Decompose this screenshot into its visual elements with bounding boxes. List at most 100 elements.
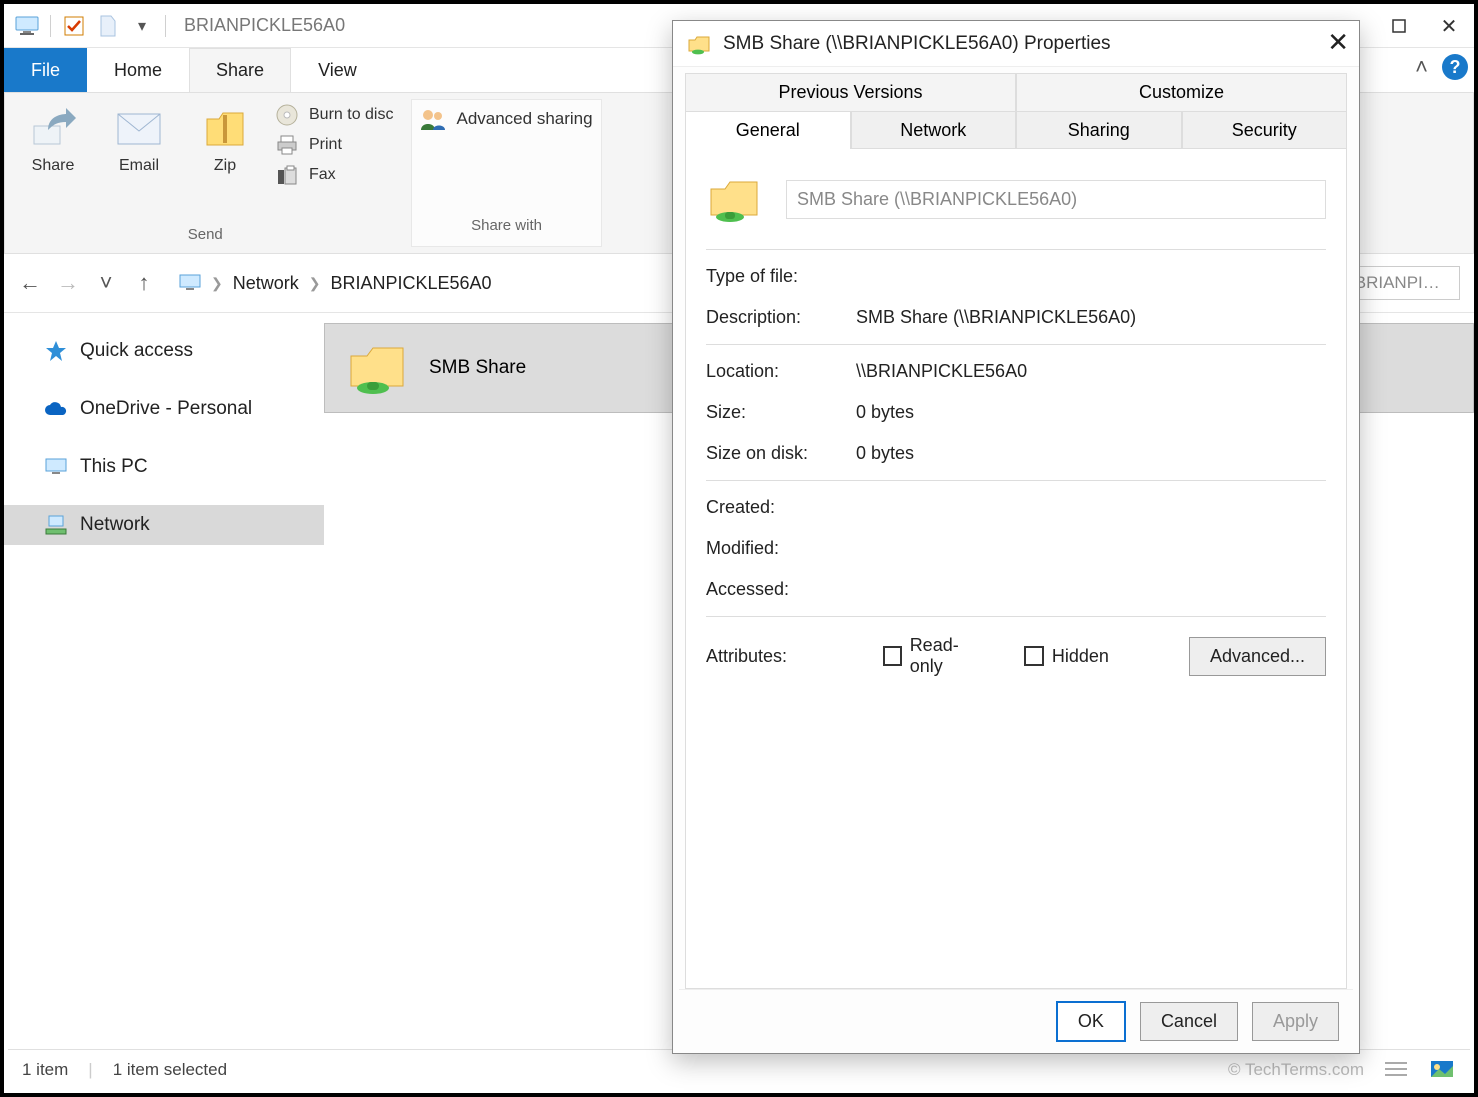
tab-share[interactable]: Share: [189, 48, 291, 92]
size-value: 0 bytes: [856, 402, 914, 423]
people-icon: [420, 108, 446, 130]
size-on-disk-label: Size on disk:: [706, 443, 856, 464]
tab-file[interactable]: File: [4, 48, 87, 92]
status-bar: 1 item | 1 item selected © TechTerms.com: [8, 1049, 1470, 1089]
status-selection: 1 item selected: [113, 1060, 227, 1080]
details-view-icon[interactable]: [1384, 1060, 1410, 1080]
maximize-button[interactable]: [1374, 4, 1424, 48]
zip-icon: [201, 105, 249, 153]
tab-view[interactable]: View: [291, 48, 384, 92]
item-name-field[interactable]: SMB Share (\\BRIANPICKLE56A0): [786, 180, 1326, 219]
chevron-right-icon[interactable]: ❯: [211, 275, 223, 292]
fax-icon: [275, 163, 299, 187]
accessed-label: Accessed:: [706, 579, 856, 600]
sidebar-item-onedrive[interactable]: OneDrive - Personal: [4, 389, 324, 429]
sidebar-item-label: This PC: [80, 456, 148, 478]
sidebar-item-quick-access[interactable]: Quick access: [4, 331, 324, 371]
sidebar-item-label: Quick access: [80, 340, 193, 362]
thumbnails-view-icon[interactable]: [1430, 1060, 1456, 1080]
sidebar-item-label: OneDrive - Personal: [80, 398, 252, 420]
email-button[interactable]: Email: [103, 99, 175, 175]
description-label: Description:: [706, 307, 856, 328]
disc-icon: [275, 103, 299, 127]
sidebar-item-network[interactable]: Network: [4, 505, 324, 545]
nav-up-button[interactable]: ↑: [128, 267, 160, 299]
cloud-icon: [44, 397, 68, 421]
window-title: BRIANPICKLE56A0: [184, 15, 345, 36]
advanced-sharing-label: Advanced sharing: [456, 109, 592, 129]
hidden-label: Hidden: [1052, 646, 1109, 667]
location-value: \\BRIANPICKLE56A0: [856, 361, 1027, 382]
zip-label: Zip: [214, 157, 236, 175]
share-label: Share: [32, 157, 75, 175]
apply-button[interactable]: Apply: [1252, 1002, 1339, 1041]
readonly-checkbox[interactable]: Read-only: [883, 635, 984, 677]
dialog-titlebar[interactable]: SMB Share (\\BRIANPICKLE56A0) Properties…: [673, 21, 1359, 67]
breadcrumb[interactable]: ❯ Network ❯ BRIANPICKLE56A0: [166, 268, 505, 299]
share-button[interactable]: Share: [17, 99, 89, 175]
nav-forward-button[interactable]: →: [52, 267, 84, 299]
size-label: Size:: [706, 402, 856, 423]
fax-button[interactable]: Fax: [275, 163, 393, 187]
printer-icon: [275, 133, 299, 157]
description-value: SMB Share (\\BRIANPICKLE56A0): [856, 307, 1136, 328]
ribbon-group-send-label: Send: [188, 226, 223, 247]
dialog-close-button[interactable]: ✕: [1327, 27, 1349, 58]
network-icon: [44, 513, 68, 537]
pc-icon: [44, 455, 68, 479]
tab-content-general: SMB Share (\\BRIANPICKLE56A0) Type of fi…: [685, 148, 1347, 989]
dialog-title: SMB Share (\\BRIANPICKLE56A0) Properties: [723, 33, 1111, 55]
location-label: Location:: [706, 361, 856, 382]
nav-back-button[interactable]: ←: [14, 267, 46, 299]
print-button[interactable]: Print: [275, 133, 393, 157]
share-folder-icon: [687, 32, 711, 56]
sidebar-item-this-pc[interactable]: This PC: [4, 447, 324, 487]
close-button[interactable]: ✕: [1424, 4, 1474, 48]
watermark: © TechTerms.com: [1228, 1060, 1364, 1080]
readonly-label: Read-only: [910, 635, 984, 677]
size-on-disk-value: 0 bytes: [856, 443, 914, 464]
email-icon: [115, 105, 163, 153]
list-item-label: SMB Share: [429, 357, 526, 379]
cancel-button[interactable]: Cancel: [1140, 1002, 1238, 1041]
burn-button[interactable]: Burn to disc: [275, 103, 393, 127]
breadcrumb-network[interactable]: Network: [233, 273, 299, 294]
tab-home[interactable]: Home: [87, 48, 189, 92]
star-icon: [44, 339, 68, 363]
collapse-ribbon-icon[interactable]: ˄: [1415, 54, 1428, 80]
tab-network[interactable]: Network: [851, 111, 1017, 149]
nav-history-dropdown[interactable]: ˅: [90, 267, 122, 299]
email-label: Email: [119, 157, 159, 175]
ribbon-group-share-with-label: Share with: [471, 217, 542, 238]
sidebar-item-label: Network: [80, 514, 150, 536]
advanced-button[interactable]: Advanced...: [1189, 637, 1326, 676]
hidden-checkbox[interactable]: Hidden: [1024, 646, 1109, 667]
modified-label: Modified:: [706, 538, 856, 559]
chevron-right-icon[interactable]: ❯: [309, 275, 321, 292]
qat-dropdown-icon[interactable]: ▾: [130, 14, 154, 38]
tab-security[interactable]: Security: [1182, 111, 1348, 149]
breadcrumb-host[interactable]: BRIANPICKLE56A0: [330, 273, 491, 294]
status-item-count: 1 item: [22, 1060, 68, 1080]
share-icon: [29, 105, 77, 153]
zip-button[interactable]: Zip: [189, 99, 261, 175]
properties-icon[interactable]: [62, 14, 86, 38]
created-label: Created:: [706, 497, 856, 518]
share-folder-icon: [345, 336, 409, 400]
properties-dialog: SMB Share (\\BRIANPICKLE56A0) Properties…: [672, 20, 1360, 1054]
tab-sharing[interactable]: Sharing: [1016, 111, 1182, 149]
ok-button[interactable]: OK: [1056, 1001, 1126, 1042]
tab-general[interactable]: General: [685, 111, 851, 149]
attributes-label: Attributes:: [706, 646, 843, 667]
pc-icon: [179, 274, 201, 292]
help-icon[interactable]: ?: [1442, 54, 1468, 80]
advanced-sharing-button[interactable]: Advanced sharing: [420, 108, 592, 130]
tab-customize[interactable]: Customize: [1016, 73, 1347, 111]
print-label: Print: [309, 136, 342, 154]
tab-previous-versions[interactable]: Previous Versions: [685, 73, 1016, 111]
type-label: Type of file:: [706, 266, 856, 287]
share-folder-icon: [706, 171, 762, 227]
pc-icon: [15, 14, 39, 38]
document-icon[interactable]: [96, 14, 120, 38]
ribbon-group-share-with: Advanced sharing Share with: [411, 99, 601, 247]
